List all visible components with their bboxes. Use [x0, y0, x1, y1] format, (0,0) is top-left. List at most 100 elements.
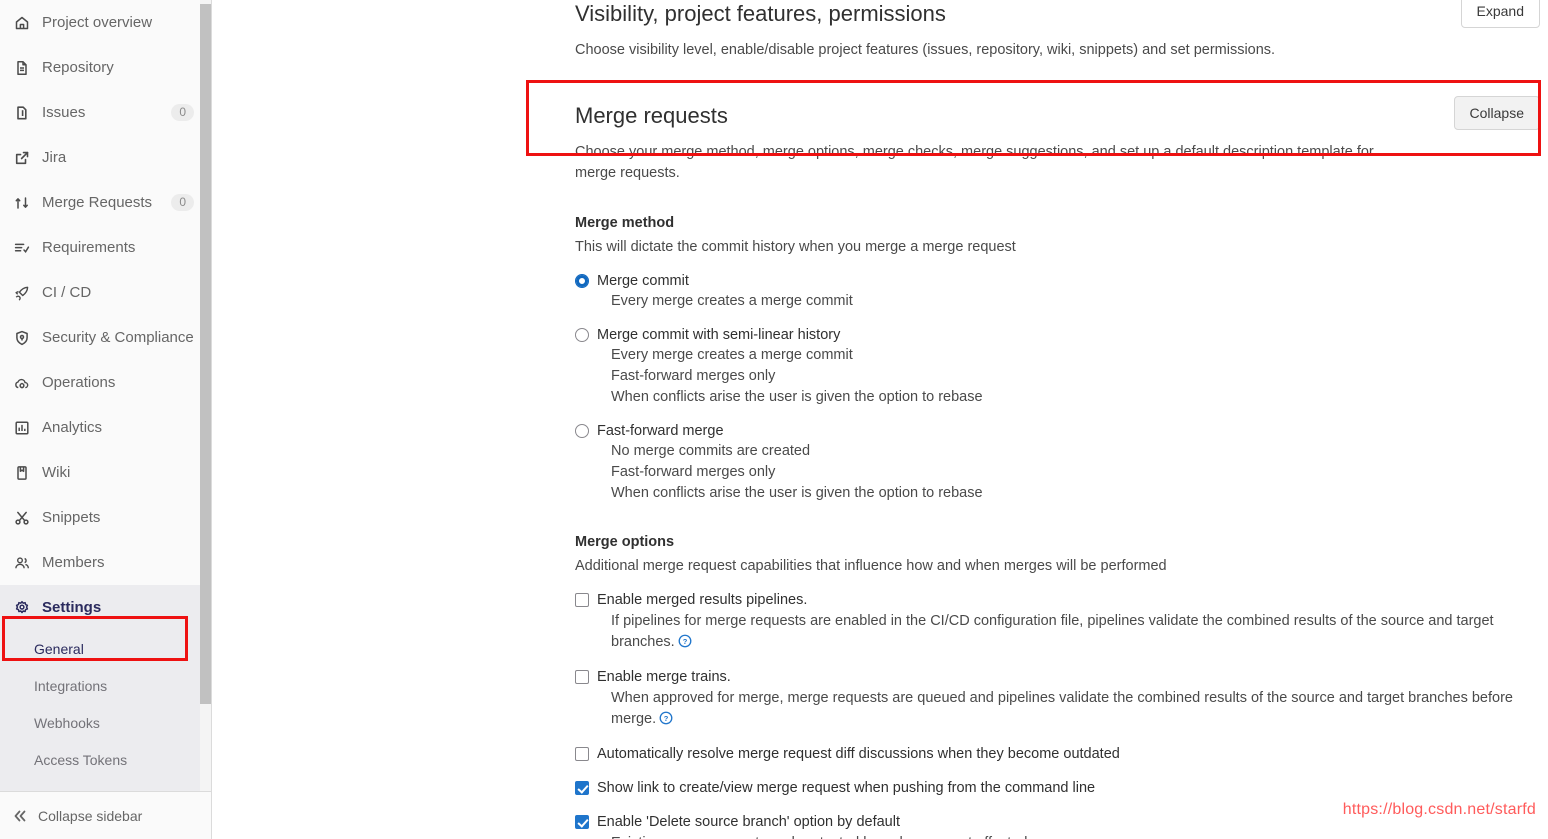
document-icon	[10, 59, 34, 77]
external-link-icon	[10, 149, 34, 167]
sidebar-item-label: Operations	[42, 374, 116, 391]
sidebar-subitem-access-tokens[interactable]: Access Tokens	[0, 741, 211, 778]
merge-option-label: Enable merge trains.	[597, 669, 731, 685]
merge-option-label: Enable merged results pipelines.	[597, 592, 808, 608]
sidebar-item-settings[interactable]: Settings	[0, 585, 211, 630]
merge-method-option-hint: No merge commits are created	[611, 443, 811, 459]
merge-method-option[interactable]: Fast-forward merge No merge commits are c…	[575, 421, 1540, 504]
book-icon	[10, 464, 34, 482]
checkbox[interactable]	[575, 747, 589, 761]
sidebar-item-label: Jira	[42, 149, 67, 166]
sidebar-item-analytics[interactable]: Analytics	[0, 405, 211, 450]
merge-option-row[interactable]: Show link to create/view merge request w…	[575, 778, 1540, 798]
radio-button[interactable]	[575, 424, 589, 438]
sidebar-subitem-webhooks[interactable]: Webhooks	[0, 704, 211, 741]
settings-subnav: General Integrations Webhooks Access Tokens…	[0, 630, 211, 815]
visibility-section-description: Choose visibility level, enable/disable …	[575, 42, 1276, 58]
expand-visibility-button[interactable]: Expand	[1460, 0, 1540, 28]
merge-method-title: Merge method	[575, 215, 675, 231]
merge-option-hint-text: When approved for merge, merge requests …	[611, 690, 1513, 727]
merge-requests-section-header: Merge requests Choose your merge method,…	[575, 82, 1540, 184]
users-icon	[10, 554, 34, 572]
merge-method-group: Merge method This will dictate the commi…	[575, 215, 1540, 504]
merge-method-option[interactable]: Merge commit Every merge creates a merge …	[575, 271, 1540, 312]
merge-option-hint: If pipelines for merge requests are enab…	[611, 611, 1540, 653]
sidebar-item-issues[interactable]: Issues 0	[0, 90, 211, 135]
sidebar-subitem-label: Webhooks	[34, 714, 100, 731]
merge-options-group: Merge options Additional merge request c…	[575, 534, 1540, 839]
sidebar-item-members[interactable]: Members	[0, 540, 211, 585]
settings-content: Visibility, project features, permission…	[575, 0, 1540, 839]
merge-method-option-label: Merge commit with semi-linear history	[597, 327, 841, 343]
merge-method-subtitle: This will dictate the commit history whe…	[575, 239, 1016, 255]
checkbox[interactable]	[575, 593, 589, 607]
sidebar-item-label: Settings	[42, 599, 102, 616]
sidebar-item-label: Repository	[42, 59, 114, 76]
shield-icon	[10, 329, 34, 347]
merge-option-row[interactable]: Enable merge trains. When approved for me…	[575, 667, 1540, 730]
checkbox[interactable]	[575, 670, 589, 684]
main-content: Visibility, project features, permission…	[213, 0, 1548, 839]
sidebar-item-wiki[interactable]: Wiki	[0, 450, 211, 495]
merge-method-option-hint: Fast-forward merges only	[611, 368, 776, 384]
sidebar-scrollbar-thumb[interactable]	[200, 4, 211, 704]
merge-option-hint: Existing merge requests and protected br…	[611, 833, 1540, 839]
sidebar-subitem-general[interactable]: General	[0, 630, 211, 667]
sidebar-item-label: Project overview	[42, 14, 153, 31]
checkbox[interactable]	[575, 781, 589, 795]
sidebar-item-operations[interactable]: Operations	[0, 360, 211, 405]
visibility-section-title: Visibility, project features, permission…	[575, 1, 946, 26]
merge-method-option[interactable]: Merge commit with semi-linear history Eve…	[575, 325, 1540, 408]
sidebar-item-snippets[interactable]: Snippets	[0, 495, 211, 540]
sidebar-item-label: Merge Requests	[42, 194, 153, 211]
sidebar-item-badge: 0	[171, 194, 194, 211]
requirements-icon	[10, 239, 34, 257]
gear-icon	[10, 599, 34, 617]
merge-method-option-hint: Every merge creates a merge commit	[611, 293, 853, 309]
help-icon[interactable]: ?	[659, 711, 673, 725]
radio-button[interactable]	[575, 328, 589, 342]
sidebar-nav-list: Project overview Repository Issues 0 Jira Mer…	[0, 0, 211, 815]
sidebar-subitem-integrations[interactable]: Integrations	[0, 667, 211, 704]
merge-option-hint-text: Existing merge requests and protected br…	[611, 835, 1027, 839]
merge-option-row[interactable]: Enable merged results pipelines. If pipel…	[575, 590, 1540, 653]
merge-option-row[interactable]: Automatically resolve merge request diff…	[575, 744, 1540, 764]
merge-requests-section-description: Choose your merge method, merge options,…	[575, 144, 1374, 181]
sidebar-subitem-label: General	[34, 640, 84, 657]
svg-text:?: ?	[664, 714, 669, 723]
help-icon[interactable]: ?	[678, 634, 692, 648]
merge-method-option-hint: When conflicts arise the user is given t…	[611, 485, 983, 501]
radio-button[interactable]	[575, 274, 589, 288]
merge-options-title: Merge options	[575, 534, 675, 550]
sidebar-item-security-compliance[interactable]: Security & Compliance	[0, 315, 211, 360]
collapse-sidebar-button[interactable]: Collapse sidebar	[0, 791, 211, 839]
visibility-section-header: Visibility, project features, permission…	[575, 0, 1540, 78]
merge-request-icon	[10, 194, 34, 212]
sidebar-item-badge: 0	[171, 104, 194, 121]
merge-option-label: Show link to create/view merge request w…	[597, 780, 1096, 796]
merge-method-option-label: Fast-forward merge	[597, 423, 724, 439]
sidebar-item-label: Analytics	[42, 419, 103, 436]
sidebar-item-label: Wiki	[42, 464, 71, 481]
merge-method-option-label: Merge commit	[597, 273, 689, 289]
sidebar-item-label: Requirements	[42, 239, 136, 256]
sidebar-subitem-label: Access Tokens	[34, 751, 128, 768]
sidebar-item-project-overview[interactable]: Project overview	[0, 0, 211, 45]
watermark-url: https://blog.csdn.net/starfd	[1342, 801, 1536, 818]
scissors-icon	[10, 509, 34, 527]
sidebar-item-ci-cd[interactable]: CI / CD	[0, 270, 211, 315]
sidebar-item-merge-requests[interactable]: Merge Requests 0	[0, 180, 211, 225]
chart-icon	[10, 419, 34, 437]
merge-method-option-hint: Fast-forward merges only	[611, 464, 776, 480]
merge-method-option-hint: Every merge creates a merge commit	[611, 347, 853, 363]
checkbox[interactable]	[575, 815, 589, 829]
sidebar-item-jira[interactable]: Jira	[0, 135, 211, 180]
home-icon	[10, 14, 34, 32]
sidebar-item-repository[interactable]: Repository	[0, 45, 211, 90]
merge-requests-section-title: Merge requests	[575, 103, 728, 128]
collapse-merge-requests-button[interactable]: Collapse	[1453, 96, 1540, 130]
sidebar-item-label: Issues	[42, 104, 86, 121]
sidebar-item-requirements[interactable]: Requirements	[0, 225, 211, 270]
merge-option-label: Automatically resolve merge request diff…	[597, 746, 1120, 762]
rocket-icon	[10, 284, 34, 302]
